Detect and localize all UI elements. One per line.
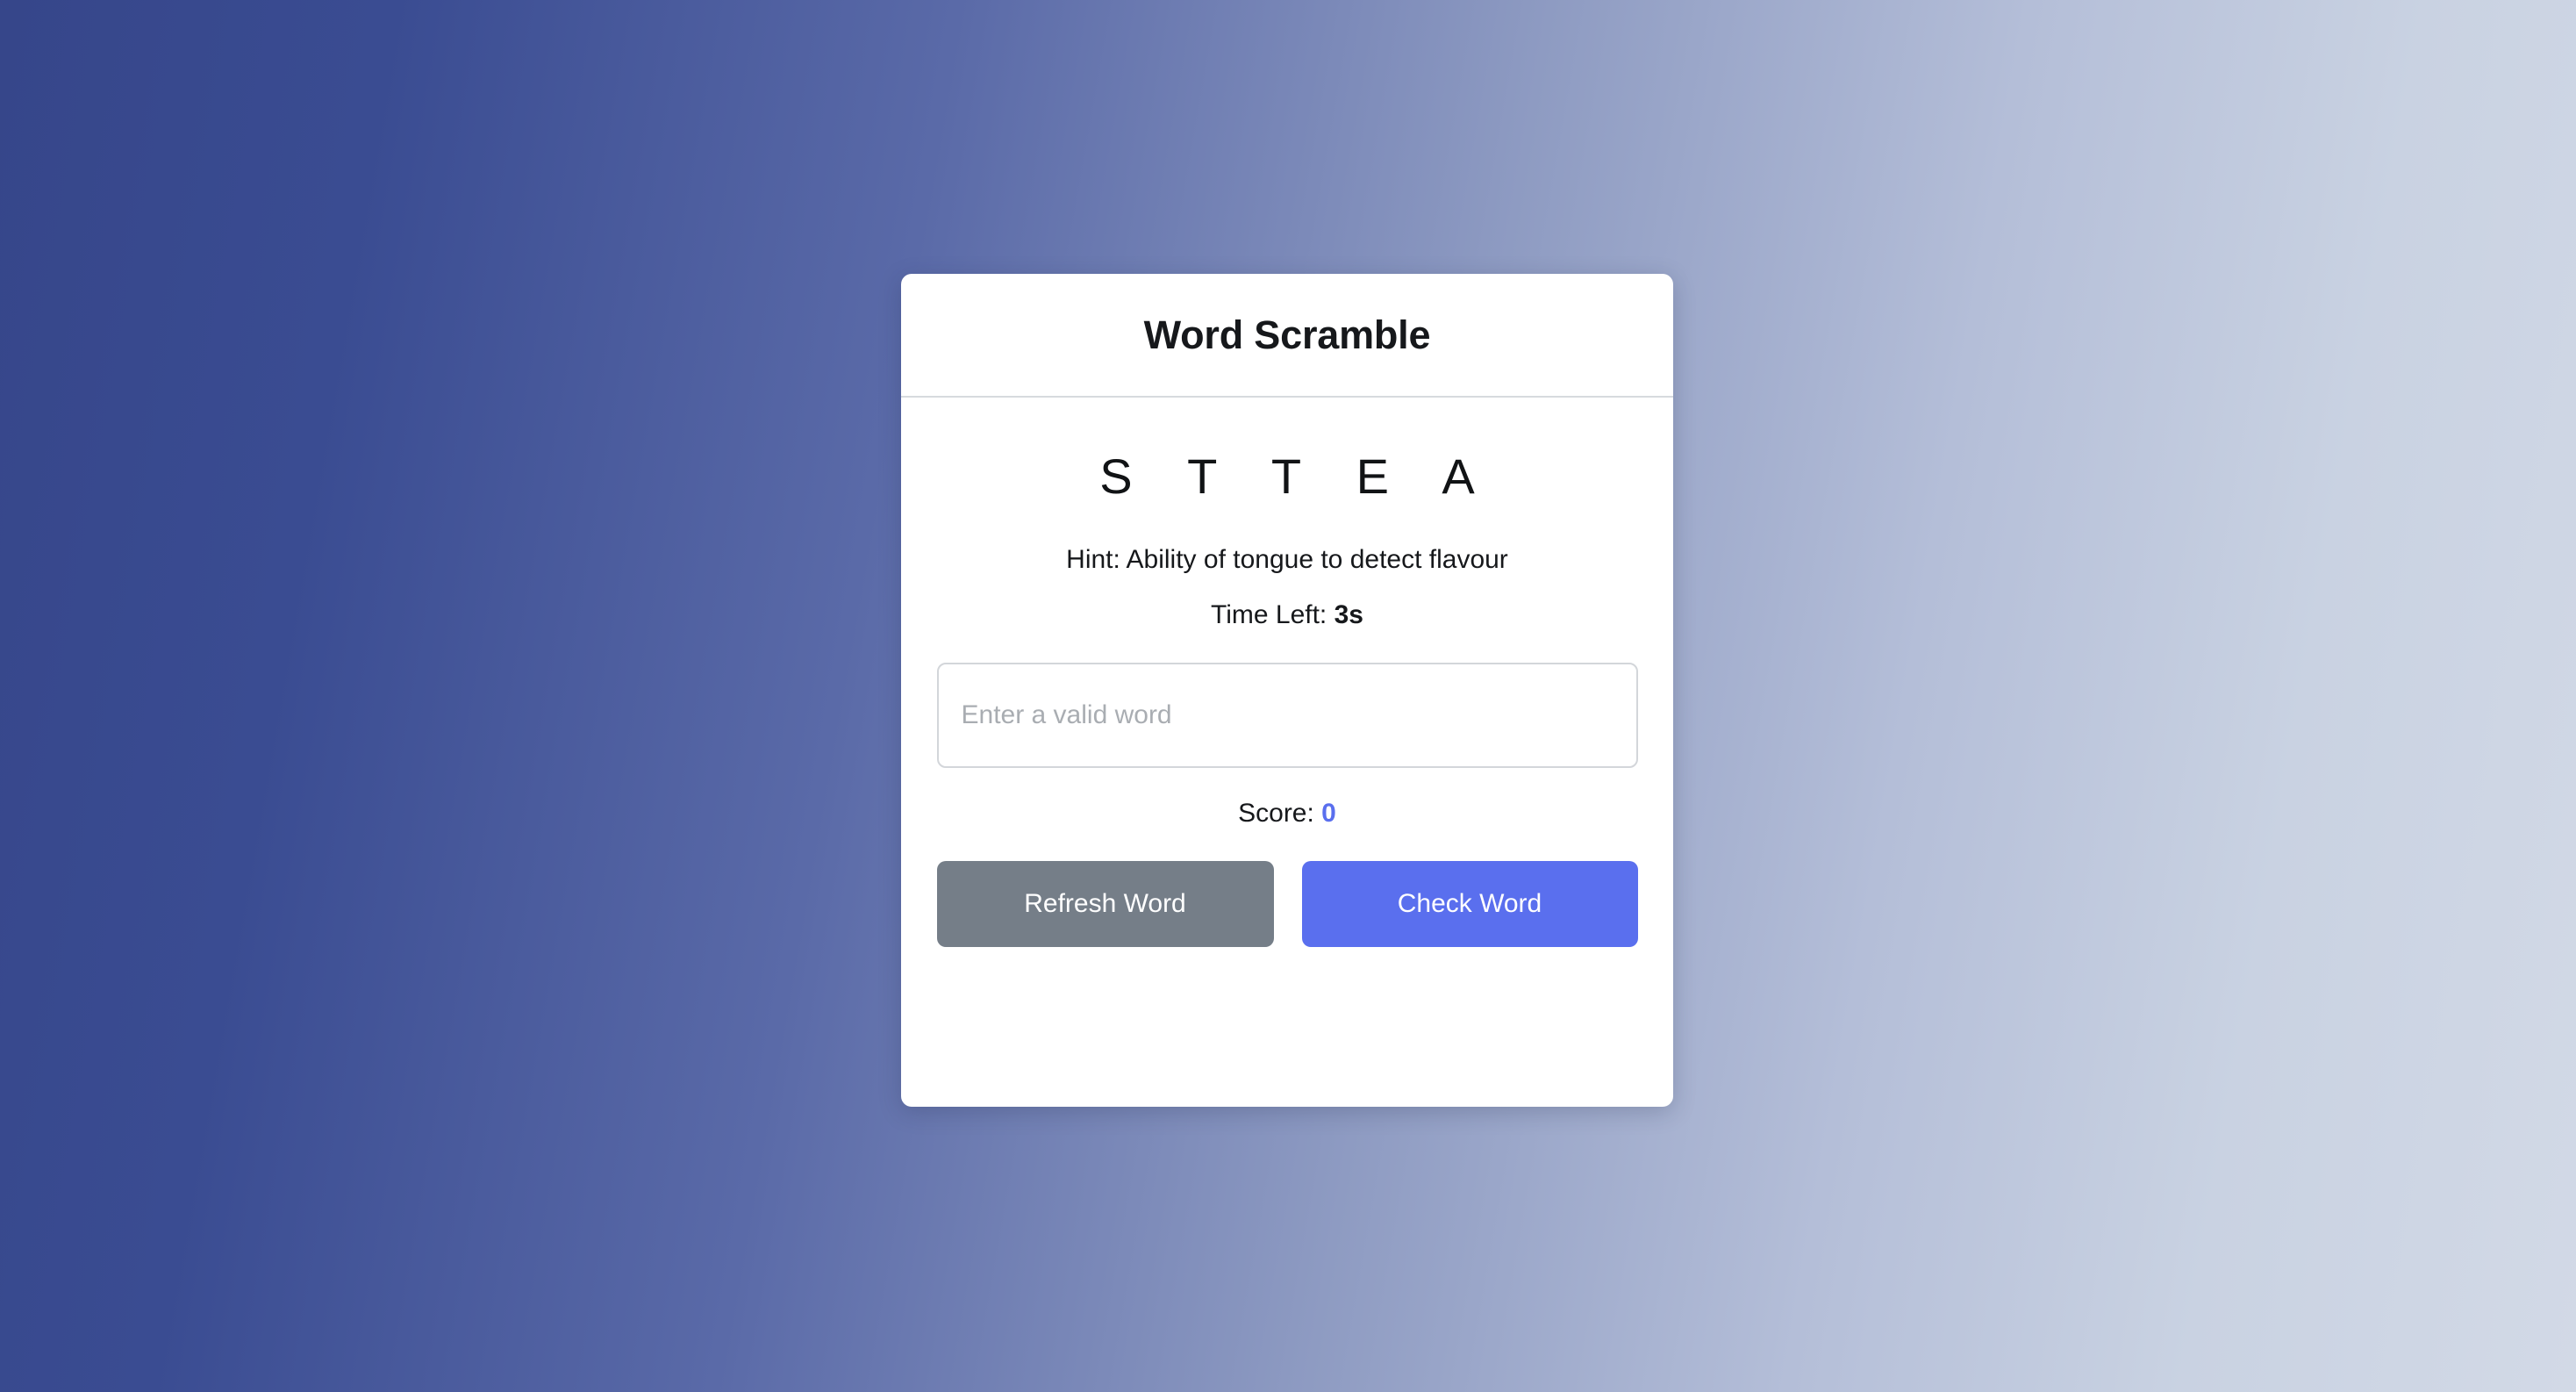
card-header: Word Scramble — [901, 274, 1673, 398]
card-body: S T T E A Hint: Ability of tongue to det… — [901, 398, 1673, 1107]
word-input[interactable] — [936, 663, 1638, 768]
scrambled-letters: S T T E A — [1099, 448, 1496, 504]
timer-text: Time Left: 3s — [1211, 602, 1363, 628]
page-title: Word Scramble — [1143, 312, 1431, 357]
timer-value: 3s — [1334, 600, 1363, 629]
button-row: Refresh Word Check Word — [936, 861, 1638, 947]
word-scramble-card: Word Scramble S T T E A Hint: Ability of… — [901, 274, 1673, 1107]
score-label: Score: — [1238, 799, 1322, 828]
hint-text: Hint: Ability of tongue to detect flavou… — [1066, 545, 1508, 574]
timer-label: Time Left: — [1211, 600, 1335, 629]
score-value: 0 — [1321, 799, 1336, 828]
refresh-word-button[interactable]: Refresh Word — [936, 861, 1274, 947]
check-word-button[interactable]: Check Word — [1301, 861, 1638, 947]
score-display: Score: 0 — [1238, 800, 1336, 827]
